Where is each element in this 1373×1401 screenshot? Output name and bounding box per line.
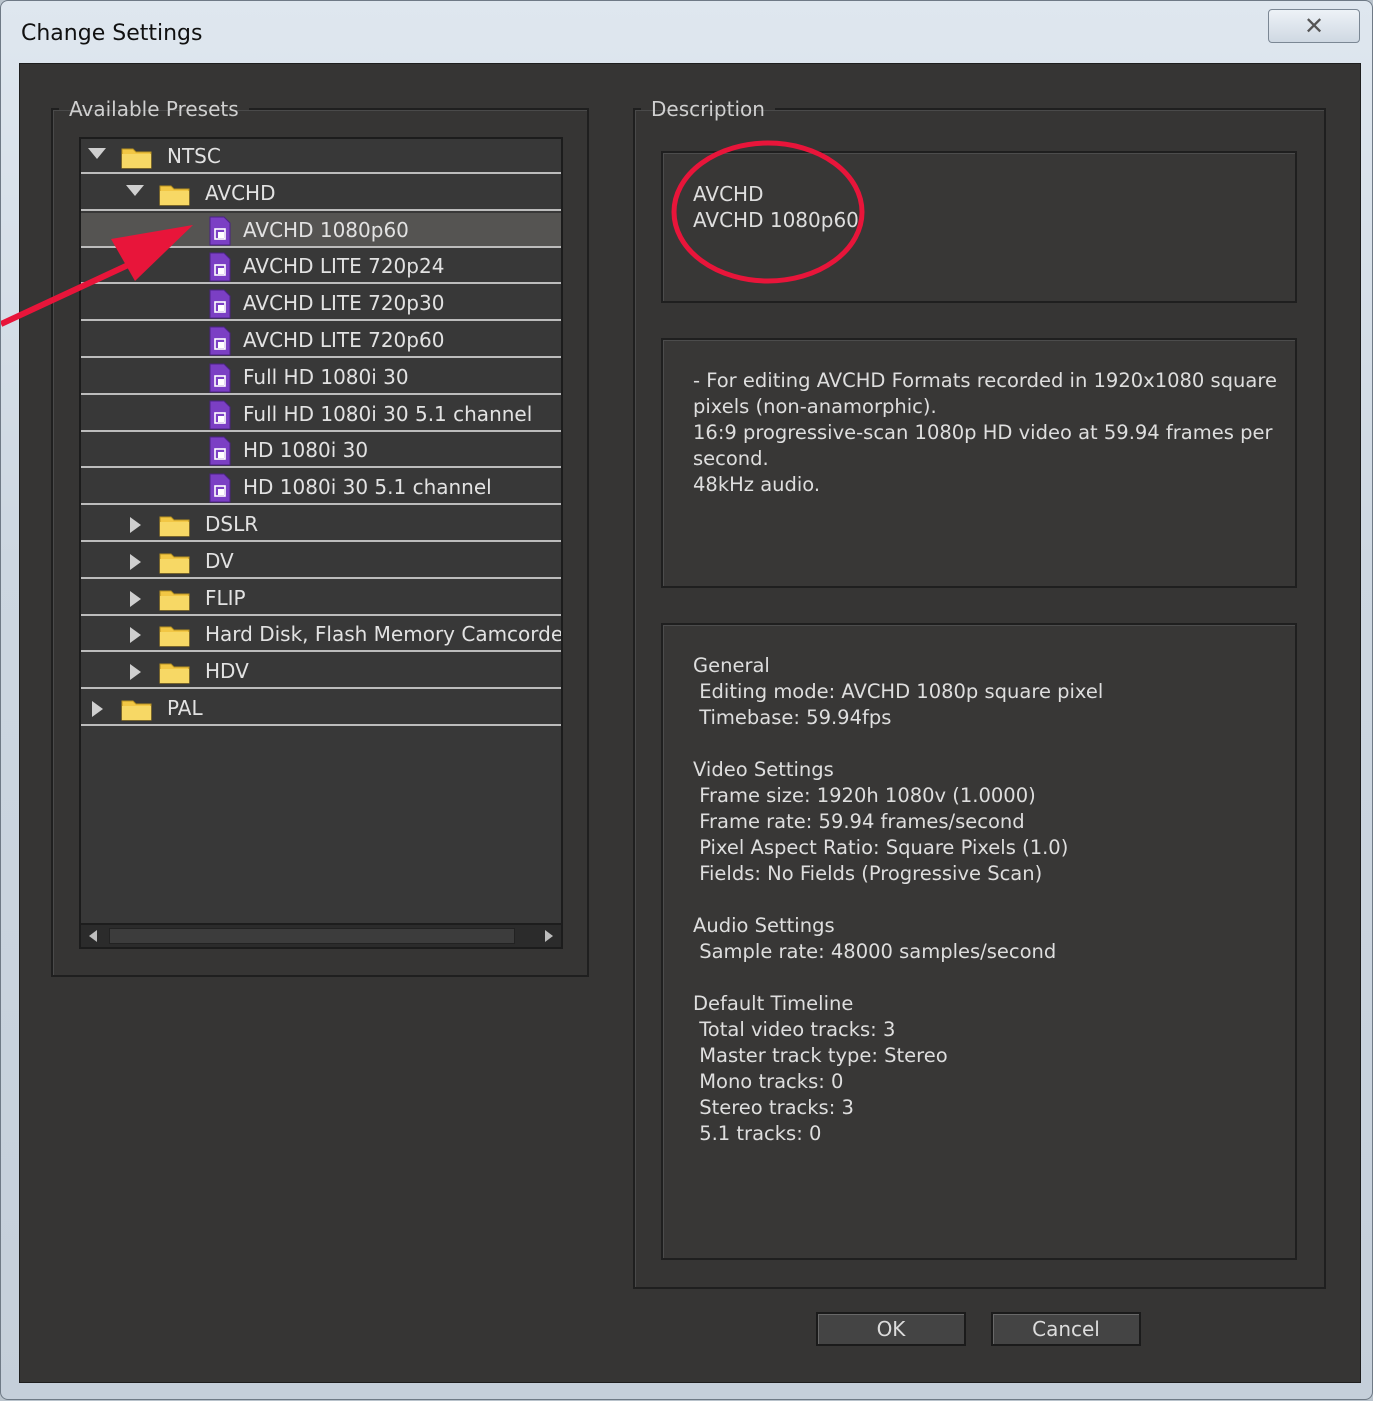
preset-description-box: - For editing AVCHD Formats recorded in … xyxy=(661,338,1297,588)
tree-item-label: AVCHD xyxy=(205,180,276,205)
tree-preset-item[interactable]: Full HD 1080i 30 xyxy=(81,360,561,395)
available-presets-legend: Available Presets xyxy=(69,97,239,121)
tree-item-label: Full HD 1080i 30 xyxy=(243,364,409,389)
folder-icon xyxy=(159,512,191,543)
expand-arrow-right-icon[interactable] xyxy=(130,590,141,607)
presets-tree[interactable]: NTSC AVCHD AVCHD 1080p60 AVCHD LITE 720p24 A… xyxy=(79,137,563,949)
preset-category: AVCHD xyxy=(693,182,764,206)
scroll-right-icon[interactable] xyxy=(545,930,553,942)
description-legend: Description xyxy=(651,97,765,121)
tree-item-label: DV xyxy=(205,548,234,573)
close-button[interactable]: ✕ xyxy=(1268,9,1360,43)
tree-item-label: HD 1080i 30 xyxy=(243,438,369,463)
preset-file-icon xyxy=(207,289,233,324)
folder-icon xyxy=(159,549,191,580)
expand-arrow-right-icon[interactable] xyxy=(92,701,103,717)
expand-arrow-right-icon[interactable] xyxy=(130,517,141,533)
preset-file-icon xyxy=(207,252,233,287)
folder-icon xyxy=(121,144,153,175)
preset-description-text: - For editing AVCHD Formats recorded in … xyxy=(693,369,1277,496)
tree-item-label: FLIP xyxy=(205,585,246,610)
tree-folder-item[interactable]: DSLR xyxy=(81,507,561,542)
tree-item-label: Full HD 1080i 30 5.1 channel xyxy=(243,401,533,426)
scrollbar-thumb[interactable] xyxy=(109,928,515,944)
tree-item-label: AVCHD 1080p60 xyxy=(243,217,409,242)
tree-preset-item[interactable]: AVCHD LITE 720p60 xyxy=(81,323,561,358)
tree-item-label: AVCHD LITE 720p30 xyxy=(243,291,445,316)
tree-item-label: AVCHD LITE 720p60 xyxy=(243,328,445,352)
tree-folder-item[interactable]: HDV xyxy=(81,654,561,690)
tree-item-label: PAL xyxy=(167,696,203,720)
preset-file-icon xyxy=(207,400,233,435)
preset-name-box: AVCHD AVCHD 1080p60 xyxy=(661,151,1297,303)
horizontal-scrollbar[interactable] xyxy=(81,923,561,947)
preset-file-icon xyxy=(207,216,233,251)
tree-item-label: AVCHD LITE 720p24 xyxy=(243,254,445,279)
scroll-left-icon[interactable] xyxy=(89,930,97,942)
tree-folder-item[interactable]: AVCHD xyxy=(81,176,561,211)
tree-folder-item[interactable]: PAL xyxy=(81,691,561,726)
tree-preset-item[interactable]: AVCHD 1080p60 xyxy=(81,212,561,251)
expand-arrow-right-icon[interactable] xyxy=(130,627,141,644)
close-icon: ✕ xyxy=(1303,12,1325,40)
tree-folder-item[interactable]: DV xyxy=(81,544,561,579)
expand-arrow-down-icon[interactable] xyxy=(126,184,144,196)
preset-file-icon xyxy=(207,436,233,471)
folder-icon xyxy=(159,586,191,617)
folder-icon xyxy=(159,181,191,212)
cancel-button[interactable]: Cancel xyxy=(991,1312,1141,1346)
folder-icon xyxy=(159,622,191,653)
change-settings-dialog: Change Settings ✕ Available Presets NTSC… xyxy=(0,0,1373,1400)
folder-icon xyxy=(159,659,191,690)
tree-preset-item[interactable]: Full HD 1080i 30 5.1 channel xyxy=(81,397,561,432)
ok-button[interactable]: OK xyxy=(816,1312,966,1346)
expand-arrow-right-icon[interactable] xyxy=(130,664,141,681)
preset-specs-text: General Editing mode: AVCHD 1080p square… xyxy=(693,654,1104,1145)
preset-name: AVCHD 1080p60 xyxy=(693,208,859,232)
tree-folder-item[interactable]: FLIP xyxy=(81,581,561,616)
dialog-title: Change Settings xyxy=(21,21,203,46)
tree-preset-item[interactable]: AVCHD LITE 720p30 xyxy=(81,286,561,324)
preset-specs-box: General Editing mode: AVCHD 1080p square… xyxy=(661,623,1297,1260)
tree-folder-item[interactable]: Hard Disk, Flash Memory Camcorders xyxy=(81,617,563,653)
tree-item-label: DSLR xyxy=(205,512,259,536)
preset-file-icon xyxy=(207,473,233,508)
tree-preset-item[interactable]: HD 1080i 30 xyxy=(81,433,561,471)
expand-arrow-right-icon[interactable] xyxy=(130,553,141,570)
preset-file-icon xyxy=(207,326,233,361)
tree-folder-item[interactable]: NTSC xyxy=(81,139,561,174)
tree-item-label: Hard Disk, Flash Memory Camcorders xyxy=(205,622,563,647)
preset-file-icon xyxy=(207,363,233,398)
tree-preset-item[interactable]: HD 1080i 30 5.1 channel xyxy=(81,470,561,508)
tree-item-label: HD 1080i 30 5.1 channel xyxy=(243,475,492,500)
tree-preset-item[interactable]: AVCHD LITE 720p24 xyxy=(81,249,561,287)
expand-arrow-down-icon[interactable] xyxy=(88,148,106,159)
tree-item-label: NTSC xyxy=(167,144,221,168)
tree-item-label: HDV xyxy=(205,659,249,684)
folder-icon xyxy=(121,696,153,727)
